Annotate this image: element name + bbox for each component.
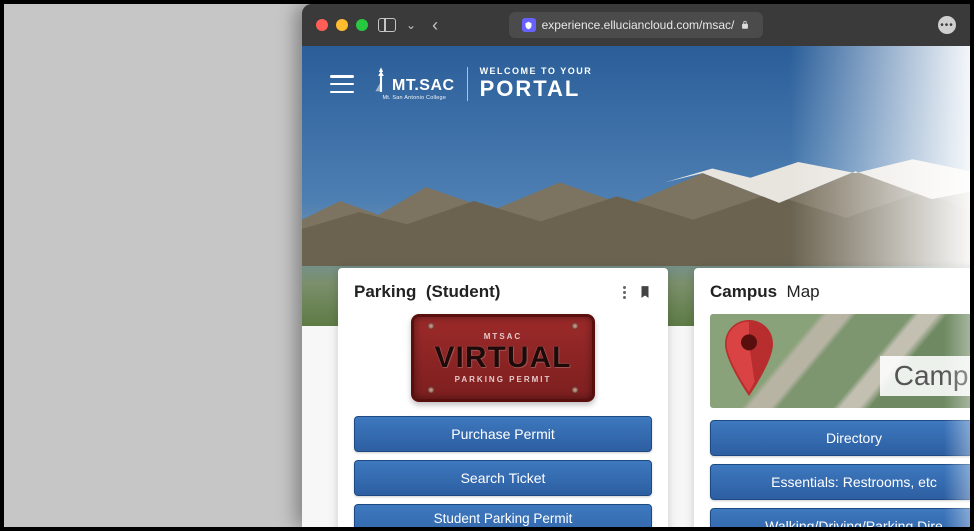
directory-button[interactable]: Directory — [710, 420, 970, 456]
welcome-title: PORTAL — [480, 76, 593, 102]
welcome-block: WELCOME TO YOUR PORTAL — [480, 66, 593, 102]
purchase-permit-button[interactable]: Purchase Permit — [354, 416, 652, 452]
logo-text: MT.SAC — [392, 78, 455, 94]
virtual-permit-plate: MTSAC VIRTUAL PARKING PERMIT — [411, 314, 595, 402]
cards-row: Parking (Student) MTSAC VIRTUAL PARKING — [302, 268, 970, 527]
browser-window: ⌄ ‹ experience.ellucianclou​d.com/msac/ … — [302, 4, 970, 527]
campus-card-title: Campus Map — [710, 282, 820, 302]
close-window-button[interactable] — [316, 19, 328, 31]
search-ticket-button[interactable]: Search Ticket — [354, 460, 652, 496]
registration-instructions-button[interactable]: Student Parking Permit Registration Inst… — [354, 504, 652, 527]
parking-card-title: Parking (Student) — [354, 282, 500, 302]
map-pin-icon — [724, 320, 774, 400]
essentials-button[interactable]: Essentials: Restrooms, etc — [710, 464, 970, 500]
mtsac-logo: MT.SAC Mt. San Antonio College — [374, 66, 455, 102]
walking-driving-button[interactable]: Walking/Driving/Parking Dire — [710, 508, 970, 527]
parking-card: Parking (Student) MTSAC VIRTUAL PARKING — [338, 268, 668, 527]
welcome-eyebrow: WELCOME TO YOUR — [480, 66, 593, 76]
titlebar: ⌄ ‹ experience.ellucianclou​d.com/msac/ … — [302, 4, 970, 46]
plate-bottom: PARKING PERMIT — [455, 375, 552, 384]
hamburger-menu-button[interactable] — [330, 75, 354, 93]
portal-header: MT.SAC Mt. San Antonio College WELCOME T… — [330, 66, 592, 102]
mountains-illustration — [302, 136, 970, 266]
url-bar[interactable]: experience.ellucianclou​d.com/msac/ — [509, 12, 763, 38]
more-menu-button[interactable]: ••• — [938, 16, 956, 34]
plate-main: VIRTUAL — [435, 341, 572, 375]
torch-icon — [374, 66, 388, 94]
chevron-down-icon[interactable]: ⌄ — [406, 18, 416, 32]
maximize-window-button[interactable] — [356, 19, 368, 31]
shield-icon — [522, 18, 536, 32]
lock-icon — [740, 20, 750, 30]
sidebar-toggle-icon[interactable] — [378, 18, 396, 32]
logo-block: MT.SAC Mt. San Antonio College WELCOME T… — [374, 66, 592, 102]
campus-map-card: Campus Map Campus Directory — [694, 268, 970, 527]
logo-subtext: Mt. San Antonio College — [382, 96, 446, 102]
card-menu-button[interactable] — [623, 286, 626, 299]
window-controls — [316, 19, 368, 31]
bookmark-icon[interactable] — [638, 283, 652, 301]
minimize-window-button[interactable] — [336, 19, 348, 31]
url-text: experience.ellucianclou​d.com/msac/ — [542, 18, 735, 32]
divider — [467, 67, 468, 101]
back-button[interactable]: ‹ — [432, 15, 438, 36]
page-viewport: MT.SAC Mt. San Antonio College WELCOME T… — [302, 46, 970, 527]
plate-top: MTSAC — [484, 332, 522, 341]
campus-map-image[interactable]: Campus — [710, 314, 970, 408]
campus-image-label: Campus — [880, 356, 970, 396]
